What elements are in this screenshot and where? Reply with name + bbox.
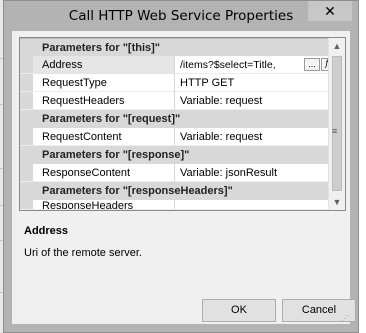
resize-grip-icon[interactable]: ⋰ bbox=[341, 315, 349, 323]
category-label: Parameters for "[this]" bbox=[42, 42, 161, 54]
property-row-responsecontent[interactable]: ResponseContent Variable: jsonResult bbox=[20, 164, 329, 182]
category-request[interactable]: Parameters for "[request]" bbox=[20, 110, 329, 128]
category-responseheaders[interactable]: Parameters for "[responseHeaders]" bbox=[20, 182, 329, 200]
property-grid: Parameters for "[this]" Address /items?$… bbox=[19, 37, 346, 211]
property-row-requestcontent[interactable]: RequestContent Variable: request bbox=[20, 128, 329, 146]
property-name: RequestType bbox=[42, 77, 107, 89]
dialog-title: Call HTTP Web Service Properties bbox=[68, 8, 294, 24]
browse-button[interactable]: ... bbox=[304, 58, 320, 71]
property-value[interactable]: Variable: jsonResult bbox=[175, 164, 329, 182]
scroll-up-icon[interactable]: ▲ bbox=[329, 38, 345, 54]
description-text: Uri of the remote server. bbox=[24, 247, 142, 259]
properties-dialog: Call HTTP Web Service Properties ✕ Param… bbox=[3, 0, 359, 333]
dialog-client-area: Parameters for "[this]" Address /items?$… bbox=[12, 31, 356, 324]
description-title: Address bbox=[24, 225, 69, 237]
scroll-thumb[interactable] bbox=[332, 56, 342, 191]
property-name: RequestHeaders bbox=[42, 95, 125, 107]
category-label: Parameters for "[request]" bbox=[42, 113, 181, 125]
scroll-down-icon[interactable]: ▼ bbox=[329, 194, 345, 210]
category-response[interactable]: Parameters for "[response]" bbox=[20, 146, 329, 164]
category-label: Parameters for "[response]" bbox=[42, 149, 190, 161]
property-row-requesttype[interactable]: RequestType HTTP GET bbox=[20, 74, 329, 92]
property-value[interactable]: Variable: request bbox=[175, 128, 329, 146]
category-label: Parameters for "[responseHeaders]" bbox=[42, 185, 233, 197]
address-value-input[interactable]: /items?$select=Title,Bo bbox=[180, 58, 275, 72]
close-icon: ✕ bbox=[324, 3, 336, 19]
property-name: ResponseHeaders bbox=[42, 200, 134, 210]
property-value[interactable]: HTTP GET bbox=[175, 74, 329, 92]
vertical-scrollbar[interactable]: ▲ ≡ ▼ bbox=[328, 38, 345, 210]
category-this[interactable]: Parameters for "[this]" bbox=[20, 38, 329, 56]
property-row-responseheaders[interactable]: ResponseHeaders bbox=[20, 200, 329, 210]
property-name: Address bbox=[42, 59, 83, 71]
property-value[interactable]: Variable: request bbox=[175, 92, 329, 110]
property-row-requestheaders[interactable]: RequestHeaders Variable: request bbox=[20, 92, 329, 110]
property-row-address[interactable]: Address /items?$select=Title,Bo ... fx bbox=[20, 56, 338, 74]
title-bar[interactable]: Call HTTP Web Service Properties ✕ bbox=[4, 1, 358, 31]
property-name: RequestContent bbox=[42, 131, 122, 143]
ok-button[interactable]: OK bbox=[202, 299, 276, 322]
property-name: ResponseContent bbox=[42, 167, 131, 179]
scroll-grip-icon: ≡ bbox=[332, 126, 338, 136]
close-button[interactable]: ✕ bbox=[308, 1, 352, 21]
